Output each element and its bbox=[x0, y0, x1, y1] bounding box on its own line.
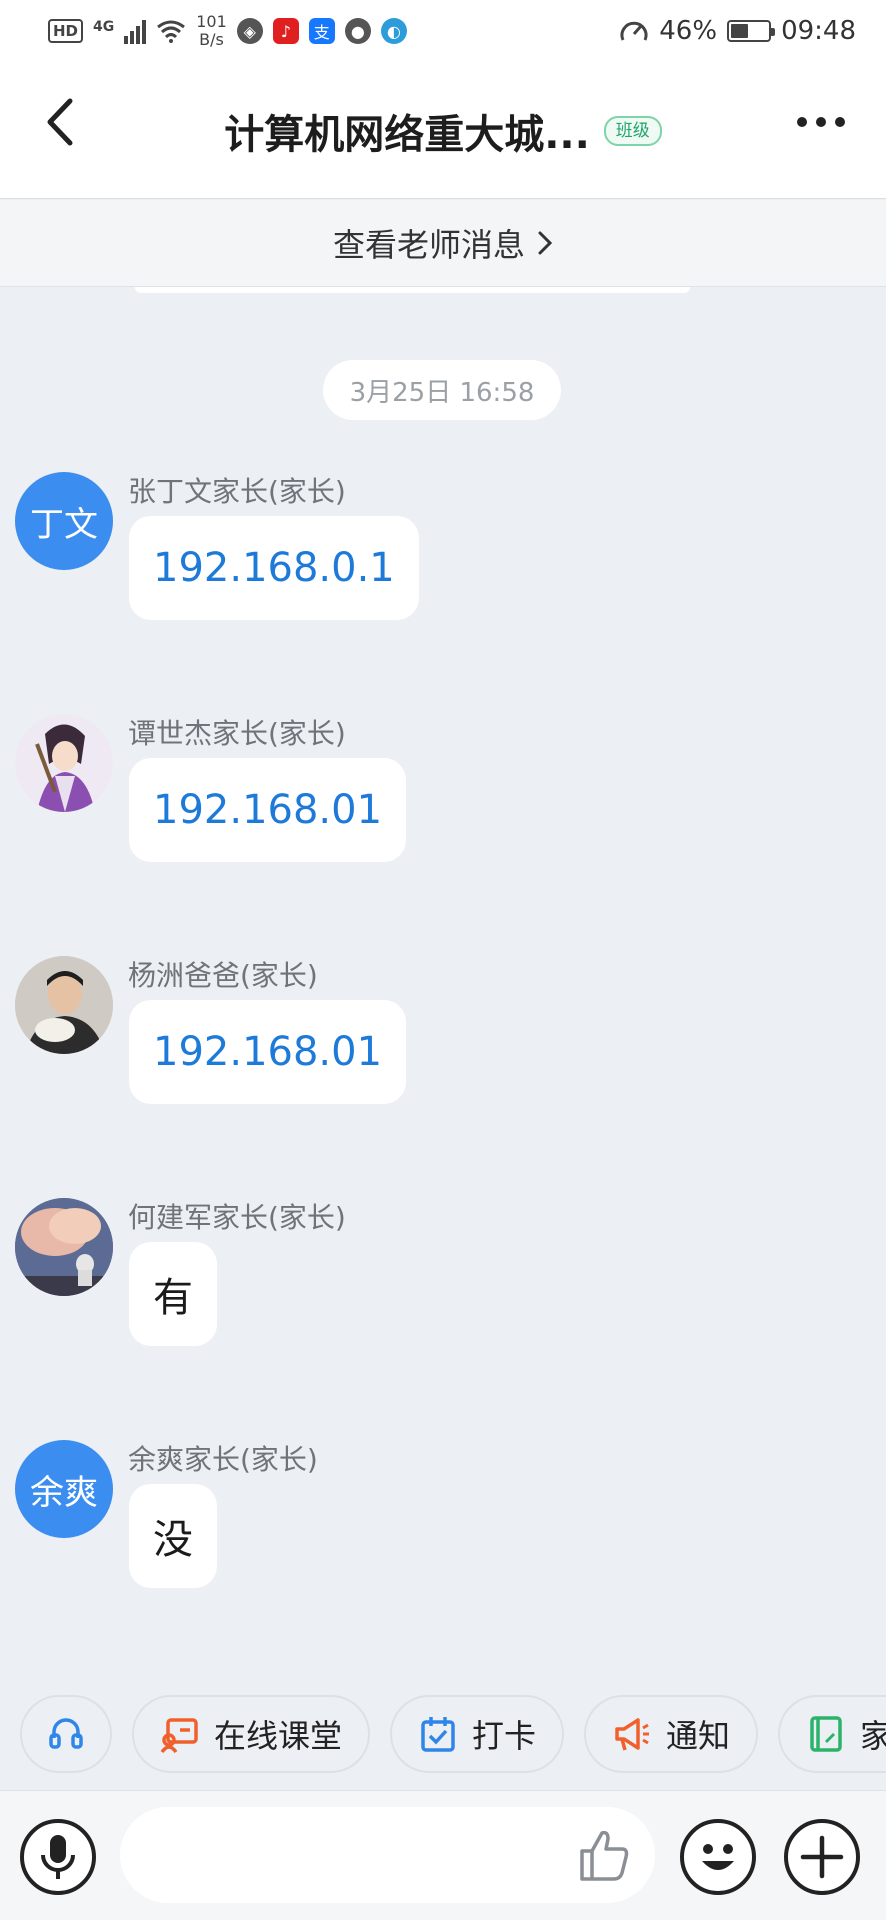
add-attachment-button[interactable] bbox=[784, 1819, 860, 1895]
quick-actions-bar: 在线课堂 打卡 通知 家校 bbox=[0, 1695, 886, 1775]
home-school-label: 家校 bbox=[860, 1717, 886, 1755]
app-notification-icon: ◈ bbox=[236, 18, 263, 44]
hd-indicator: HD bbox=[48, 19, 84, 43]
alipay-icon: 支 bbox=[308, 18, 335, 44]
sender-name: 杨洲爸爸(家长) bbox=[128, 959, 318, 992]
notebook-icon bbox=[810, 1716, 842, 1752]
dot-icon bbox=[816, 117, 826, 127]
anime-character-avatar-icon bbox=[15, 714, 113, 812]
pinned-card-edge bbox=[135, 287, 690, 293]
avatar-initials: 丁文 bbox=[30, 504, 98, 545]
microphone-icon bbox=[41, 1835, 75, 1879]
network-type: 4G bbox=[93, 19, 115, 35]
message-input-bar bbox=[0, 1790, 886, 1920]
chat-bubble-icon: ● bbox=[344, 18, 371, 44]
online-class-label: 在线课堂 bbox=[214, 1717, 343, 1755]
network-speed: 101 B/s bbox=[196, 13, 227, 49]
presentation-board-icon bbox=[160, 1718, 198, 1754]
browser-icon: ◐ bbox=[380, 18, 407, 44]
speed-value: 101 bbox=[196, 12, 227, 31]
message-bubble[interactable]: 有 bbox=[129, 1242, 217, 1346]
home-school-button[interactable]: 家校 bbox=[778, 1695, 886, 1773]
astronaut-cloud-avatar-icon bbox=[15, 1198, 113, 1296]
avatar[interactable] bbox=[15, 956, 113, 1054]
sender-name: 余爽家长(家长) bbox=[128, 1443, 318, 1476]
notice-label: 通知 bbox=[666, 1717, 731, 1755]
clock: 09:48 bbox=[781, 16, 856, 46]
teacher-messages-label: 查看老师消息 bbox=[332, 226, 525, 264]
online-class-button[interactable]: 在线课堂 bbox=[132, 1695, 371, 1773]
smiley-face-icon bbox=[702, 1844, 734, 1870]
sender-name: 谭世杰家长(家长) bbox=[128, 717, 346, 750]
message-timestamp: 3月25日 16:58 bbox=[323, 360, 561, 420]
sender-name: 何建军家长(家长) bbox=[128, 1201, 346, 1234]
signal-icon bbox=[124, 18, 147, 44]
message-bubble[interactable]: 192.168.0.1 bbox=[129, 516, 419, 620]
thumbs-up-button[interactable] bbox=[572, 1823, 636, 1887]
calendar-check-icon bbox=[421, 1717, 455, 1752]
plus-icon bbox=[800, 1835, 844, 1879]
wifi-icon bbox=[157, 20, 186, 43]
person-photo-avatar-icon bbox=[15, 956, 113, 1054]
thumbs-up-icon bbox=[580, 1830, 629, 1881]
avatar[interactable]: 余爽 bbox=[15, 1440, 113, 1538]
megaphone-icon bbox=[615, 1718, 650, 1751]
view-teacher-messages-button[interactable]: 查看老师消息 bbox=[0, 200, 886, 287]
music-app-icon: ♪ bbox=[272, 18, 299, 44]
chevron-right-icon bbox=[538, 231, 553, 255]
speedometer-icon bbox=[620, 21, 648, 41]
emoji-button[interactable] bbox=[680, 1819, 756, 1895]
customer-service-button[interactable] bbox=[20, 1695, 112, 1773]
avatar-initials: 余爽 bbox=[30, 1472, 98, 1513]
message-bubble[interactable]: 192.168.01 bbox=[129, 758, 407, 862]
battery-icon bbox=[727, 20, 776, 42]
chat-title-group: 计算机网络重大城... 班级 bbox=[0, 102, 886, 160]
sender-name: 张丁文家长(家长) bbox=[128, 475, 346, 508]
checkin-button[interactable]: 打卡 bbox=[390, 1695, 565, 1773]
message-bubble[interactable]: 没 bbox=[129, 1484, 217, 1588]
dot-icon bbox=[797, 117, 807, 127]
voice-input-button[interactable] bbox=[20, 1819, 96, 1895]
avatar[interactable] bbox=[15, 714, 113, 812]
headset-icon bbox=[49, 1718, 83, 1749]
checkin-label: 打卡 bbox=[472, 1717, 537, 1755]
class-badge: 班级 bbox=[603, 116, 662, 146]
dot-icon bbox=[835, 117, 845, 127]
chat-title: 计算机网络重大城... bbox=[224, 112, 590, 158]
chat-header: 计算机网络重大城... 班级 bbox=[0, 62, 886, 199]
more-options-button[interactable] bbox=[786, 107, 856, 137]
notice-button[interactable]: 通知 bbox=[584, 1695, 759, 1773]
avatar[interactable] bbox=[15, 1198, 113, 1296]
avatar[interactable]: 丁文 bbox=[15, 472, 113, 570]
message-bubble[interactable]: 192.168.01 bbox=[129, 1000, 407, 1104]
status-bar: HD 4G 101 B/s ◈ ♪ 支 ● ◐ 46% 09:48 bbox=[0, 0, 886, 62]
speed-unit: B/s bbox=[199, 30, 224, 49]
battery-percent: 46% bbox=[659, 16, 718, 46]
